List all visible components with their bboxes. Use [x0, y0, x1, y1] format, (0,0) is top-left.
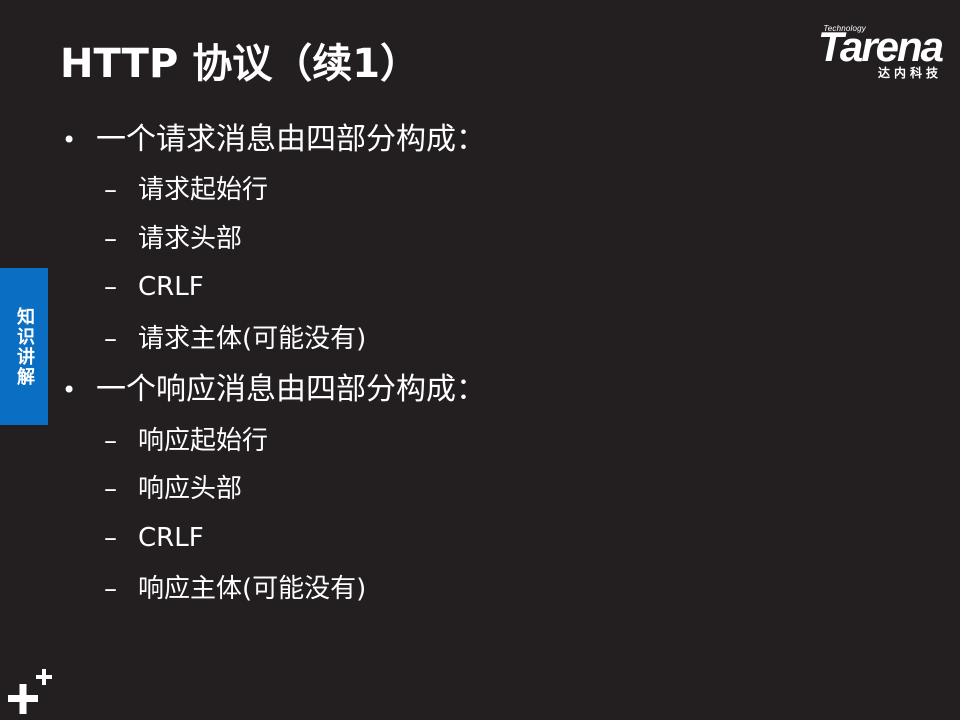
sub-dash: – [104, 175, 117, 205]
sub-text: 请求头部 [138, 224, 243, 254]
sub-item: – 请求头部 [104, 222, 242, 256]
sub-dash: – [104, 324, 117, 354]
sub-text: 响应头部 [138, 474, 243, 504]
sub-dash: – [104, 574, 117, 604]
bullet-item-response: • 一个响应消息由四部分构成： [62, 370, 486, 410]
logo-chinese-text: 达内科技 [877, 66, 942, 80]
sub-text: 请求主体(可能没有) [138, 324, 367, 354]
sub-text: CRLF [138, 523, 204, 553]
sub-item: – 请求主体(可能没有) [104, 322, 366, 356]
side-tab-label: 知识讲解 [14, 306, 35, 387]
sub-item: – CRLF [104, 521, 204, 555]
sub-dash: – [104, 272, 117, 302]
bullet-text: 一个响应消息由四部分构成： [96, 372, 486, 407]
sub-dash: – [104, 224, 117, 254]
sub-item: – 响应起始行 [104, 424, 268, 458]
sub-dash: – [104, 474, 117, 504]
sub-item: – 请求起始行 [104, 173, 268, 207]
sub-dash: – [104, 426, 117, 456]
sub-item: – 响应主体(可能没有) [104, 572, 366, 606]
sub-item: – CRLF [104, 270, 204, 304]
sub-text: CRLF [138, 272, 204, 302]
tarena-logo: Technology Tarena 达内科技 [778, 20, 944, 84]
sub-item: – 响应头部 [104, 472, 242, 506]
logo-wordmark: Tarena [817, 23, 944, 70]
sub-text: 响应主体(可能没有) [138, 574, 367, 604]
bullet-item-request: • 一个请求消息由四部分构成： [62, 120, 486, 160]
bullet-dot: • [62, 376, 77, 404]
slide-title: HTTP 协议（续1） [60, 41, 421, 87]
bullet-dot: • [62, 126, 77, 154]
sub-text: 响应起始行 [138, 426, 269, 456]
bullet-text: 一个请求消息由四部分构成： [96, 122, 486, 157]
sub-text: 请求起始行 [138, 175, 269, 205]
sub-dash: – [104, 523, 117, 553]
plus-plus-icon [8, 669, 52, 714]
side-tab-knowledge: 知识讲解 [0, 268, 48, 425]
